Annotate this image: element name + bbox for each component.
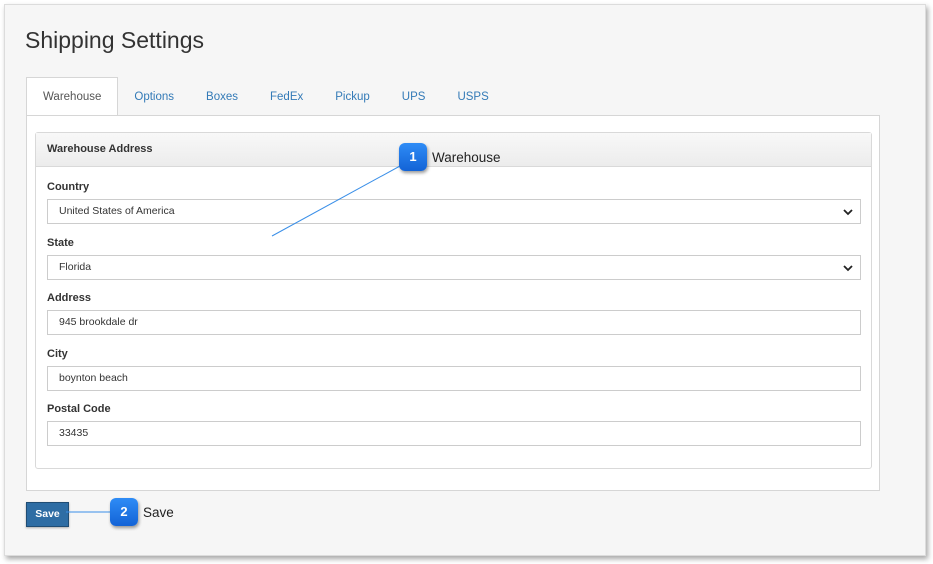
callout-1-text: Warehouse bbox=[432, 150, 501, 165]
country-select[interactable]: United States of America bbox=[47, 199, 861, 224]
page-title: Shipping Settings bbox=[25, 27, 205, 53]
chevron-down-icon bbox=[843, 209, 853, 216]
postal-code-label: Postal Code bbox=[47, 403, 111, 415]
tab-options[interactable]: Options bbox=[118, 78, 190, 116]
app-frame: Shipping Settings Warehouse Options Boxe… bbox=[4, 4, 926, 556]
callout-2-badge: 2 bbox=[110, 498, 138, 526]
postal-code-input[interactable]: 33435 bbox=[47, 421, 861, 446]
state-select[interactable]: Florida bbox=[47, 255, 861, 280]
address-input[interactable]: 945 brookdale dr bbox=[47, 310, 861, 335]
tab-warehouse[interactable]: Warehouse bbox=[26, 77, 119, 117]
address-label: Address bbox=[47, 292, 92, 304]
tab-ups[interactable]: UPS bbox=[386, 78, 442, 116]
state-value: Florida bbox=[59, 261, 92, 273]
tab-boxes[interactable]: Boxes bbox=[190, 78, 254, 116]
callout-2-text: Save bbox=[143, 505, 174, 520]
city-label: City bbox=[47, 348, 68, 360]
save-button[interactable]: Save bbox=[26, 502, 69, 527]
settings-tabs: Warehouse Options Boxes FedEx Pickup UPS… bbox=[26, 77, 505, 117]
country-value: United States of America bbox=[59, 205, 175, 217]
state-label: State bbox=[47, 237, 74, 249]
tab-usps[interactable]: USPS bbox=[441, 78, 504, 116]
warehouse-tab-panel: Warehouse Address Country United States … bbox=[26, 115, 880, 491]
warehouse-address-panel: Warehouse Address Country United States … bbox=[35, 132, 872, 469]
tab-fedex[interactable]: FedEx bbox=[254, 78, 319, 116]
city-input[interactable]: boynton beach bbox=[47, 366, 861, 391]
country-label: Country bbox=[47, 181, 90, 193]
chevron-down-icon bbox=[843, 265, 853, 272]
tab-pickup[interactable]: Pickup bbox=[319, 78, 386, 116]
callout-1-badge: 1 bbox=[399, 143, 427, 171]
